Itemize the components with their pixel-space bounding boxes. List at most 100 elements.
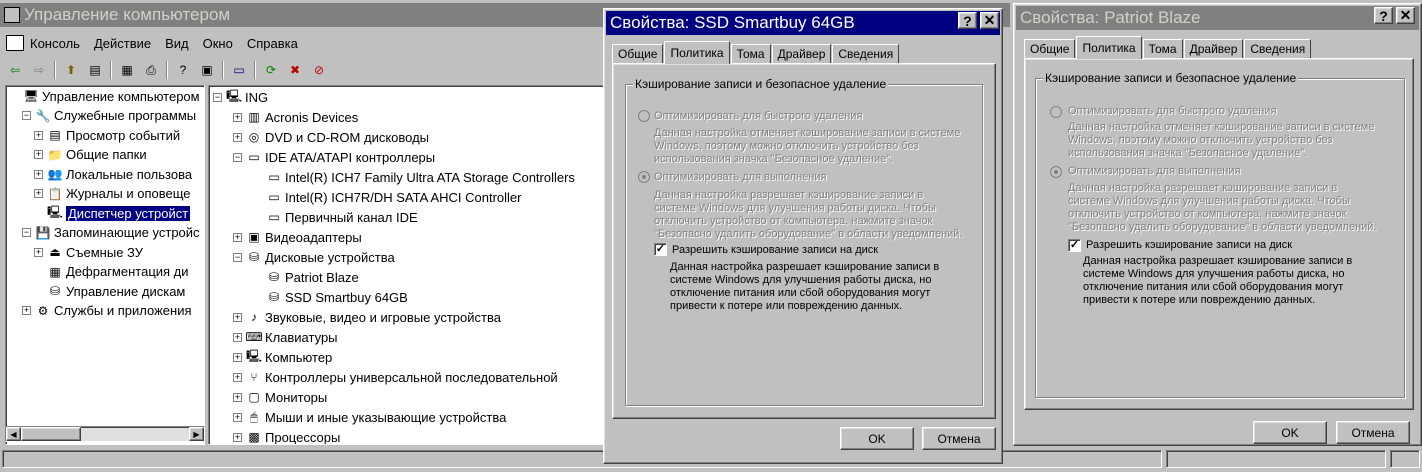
- tab-driver[interactable]: Драйвер: [1183, 39, 1244, 59]
- cancel-button[interactable]: Отмена: [922, 427, 996, 450]
- back-icon[interactable]: ⇦: [6, 61, 24, 79]
- expand-icon[interactable]: +: [233, 392, 242, 402]
- tab-general[interactable]: Общие: [1024, 39, 1076, 59]
- expand-icon[interactable]: +: [34, 189, 43, 198]
- performance-radio[interactable]: [1050, 166, 1062, 178]
- tree-item[interactable]: − 💾 Запоминающие устройс: [22, 223, 200, 243]
- tab-policy[interactable]: Политика: [1076, 36, 1142, 59]
- write-cache-checkbox[interactable]: ✓: [1068, 239, 1081, 252]
- horizontal-scrollbar[interactable]: ◀ ▶: [5, 426, 205, 442]
- tree-item[interactable]: ▭ Intel(R) ICH7 Family Ultra ATA Storage …: [253, 167, 575, 187]
- expand-icon[interactable]: +: [233, 412, 242, 422]
- tab-volumes[interactable]: Тома: [1142, 39, 1183, 59]
- up-folder-icon[interactable]: ⬆: [62, 61, 80, 79]
- tree-item[interactable]: ▭ Первичный канал IDE: [253, 207, 417, 227]
- scroll-right-button[interactable]: ▶: [189, 427, 204, 441]
- expand-icon[interactable]: +: [233, 332, 242, 342]
- tab-volumes[interactable]: Тома: [730, 44, 771, 64]
- expand-icon[interactable]: +: [233, 312, 242, 322]
- tree-item[interactable]: + ▢ Мониторы: [233, 387, 327, 407]
- expand-icon[interactable]: +: [233, 372, 242, 382]
- write-cache-checkbox[interactable]: ✓: [654, 243, 667, 256]
- expand-icon[interactable]: +: [34, 130, 43, 140]
- tab-details[interactable]: Сведения: [832, 44, 900, 64]
- scan-hardware-icon[interactable]: ⟳: [262, 61, 280, 79]
- show-tree-icon[interactable]: ▤: [86, 61, 104, 79]
- ok-button[interactable]: OK: [1253, 421, 1327, 444]
- tree-item[interactable]: 🖥 Управление компьютером: [10, 86, 199, 106]
- tree-item[interactable]: + ♪ Звуковые, видео и игровые устройства: [233, 307, 501, 327]
- menu-window[interactable]: Окно: [203, 36, 233, 51]
- menu-view[interactable]: Вид: [165, 36, 189, 51]
- scroll-left-button[interactable]: ◀: [6, 427, 21, 441]
- tree-item[interactable]: − 🔧 Служебные программы: [22, 106, 196, 126]
- dialog-titlebar[interactable]: Свойства: SSD Smartbuy 64GB: [606, 11, 1000, 35]
- device-tree[interactable]: − 🖳 ING + ▥ Acronis Devices + ◎ DVD и CD-ROM дис…: [208, 85, 608, 445]
- disable-icon[interactable]: ⊘: [310, 61, 328, 79]
- properties-icon[interactable]: ▦: [118, 61, 136, 79]
- tree-item[interactable]: + ▩ Процессоры: [233, 427, 340, 444]
- expand-icon[interactable]: +: [34, 247, 43, 257]
- tree-item[interactable]: 🖳 Диспетчер устройст: [34, 203, 191, 223]
- menu-help[interactable]: Справка: [247, 36, 298, 51]
- tree-item[interactable]: ⛁ Patriot Blaze: [253, 267, 359, 287]
- scroll-thumb[interactable]: [21, 427, 81, 441]
- tree-item[interactable]: ▦ Дефрагментация ди: [34, 262, 188, 282]
- expand-icon[interactable]: +: [34, 150, 43, 159]
- tree-item[interactable]: ⛁ Управление дискам: [34, 281, 185, 301]
- close-button[interactable]: ✕: [1396, 7, 1415, 24]
- expand-icon[interactable]: +: [233, 232, 242, 242]
- collapse-icon[interactable]: −: [233, 152, 242, 162]
- window-icon[interactable]: ▭: [230, 61, 248, 79]
- quick-removal-radio[interactable]: [638, 110, 650, 122]
- tree-item[interactable]: + 🖱 Мыши и иные указывающие устройства: [233, 407, 506, 427]
- tab-driver[interactable]: Драйвер: [771, 44, 832, 64]
- tree-item[interactable]: ▭ Intel(R) ICH7R/DH SATA AHCI Controller: [253, 187, 521, 207]
- print-icon[interactable]: ⎙: [142, 61, 160, 79]
- help-button[interactable]: ?: [958, 12, 977, 29]
- help-icon[interactable]: ?: [174, 61, 192, 79]
- tree-item[interactable]: − ▭ IDE ATA/ATAPI контроллеры: [233, 147, 435, 167]
- console-tree-icon[interactable]: ▣: [198, 61, 216, 79]
- expand-icon[interactable]: +: [233, 112, 242, 122]
- quick-removal-radio[interactable]: [1050, 106, 1062, 118]
- expand-icon[interactable]: +: [233, 432, 242, 442]
- tree-item[interactable]: ⛁ SSD Smartbuy 64GB: [253, 287, 408, 307]
- tab-general[interactable]: Общие: [612, 44, 664, 64]
- uninstall-icon[interactable]: ✖: [286, 61, 304, 79]
- tree-item[interactable]: − ⛁ Дисковые устройства: [233, 247, 395, 267]
- ok-button[interactable]: OK: [840, 427, 914, 450]
- dialog-titlebar[interactable]: Свойства: Patriot Blaze: [1016, 6, 1419, 30]
- tree-item[interactable]: + ▤ Просмотр событий: [34, 125, 180, 145]
- tree-item[interactable]: + ⚙ Службы и приложения: [22, 301, 192, 321]
- menu-action[interactable]: Действие: [94, 36, 151, 51]
- tree-item[interactable]: − 🖳 ING: [213, 87, 268, 107]
- menu-console[interactable]: Консоль: [30, 36, 80, 51]
- expand-icon[interactable]: +: [233, 352, 242, 362]
- performance-radio[interactable]: [638, 171, 650, 183]
- tree-item[interactable]: + 📋 Журналы и оповеще: [34, 184, 191, 204]
- tree-item[interactable]: + 🖳 Компьютер: [233, 347, 332, 367]
- collapse-icon[interactable]: −: [213, 92, 222, 102]
- tree-item[interactable]: + ▥ Acronis Devices: [233, 107, 358, 127]
- forward-icon[interactable]: ⇨: [30, 61, 48, 79]
- tree-item[interactable]: + 👥 Локальные пользова: [34, 164, 192, 184]
- tree-item[interactable]: + 📁 Общие папки: [34, 145, 147, 165]
- tree-item[interactable]: + ⌨ Клавиатуры: [233, 327, 338, 347]
- tree-item[interactable]: + ▣ Видеоадаптеры: [233, 227, 362, 247]
- collapse-icon[interactable]: −: [233, 252, 242, 262]
- console-tree[interactable]: 🖥 Управление компьютером − 🔧 Служебные прогр…: [5, 85, 205, 445]
- collapse-icon[interactable]: −: [22, 228, 31, 237]
- help-button[interactable]: ?: [1374, 7, 1393, 24]
- close-button[interactable]: ✕: [980, 12, 999, 29]
- expand-icon[interactable]: +: [22, 306, 31, 315]
- expand-icon[interactable]: +: [233, 132, 242, 142]
- tab-details[interactable]: Сведения: [1244, 39, 1312, 59]
- cancel-button[interactable]: Отмена: [1336, 421, 1410, 444]
- collapse-icon[interactable]: −: [22, 111, 31, 120]
- expand-icon[interactable]: +: [34, 169, 43, 179]
- tree-item[interactable]: + ◎ DVD и CD-ROM дисководы: [233, 127, 429, 147]
- tree-item[interactable]: + ⏏ Съемные ЗУ: [34, 242, 143, 262]
- tab-policy[interactable]: Политика: [664, 41, 730, 64]
- tree-item[interactable]: + ⑂ Контроллеры универсальной последовател…: [233, 367, 558, 387]
